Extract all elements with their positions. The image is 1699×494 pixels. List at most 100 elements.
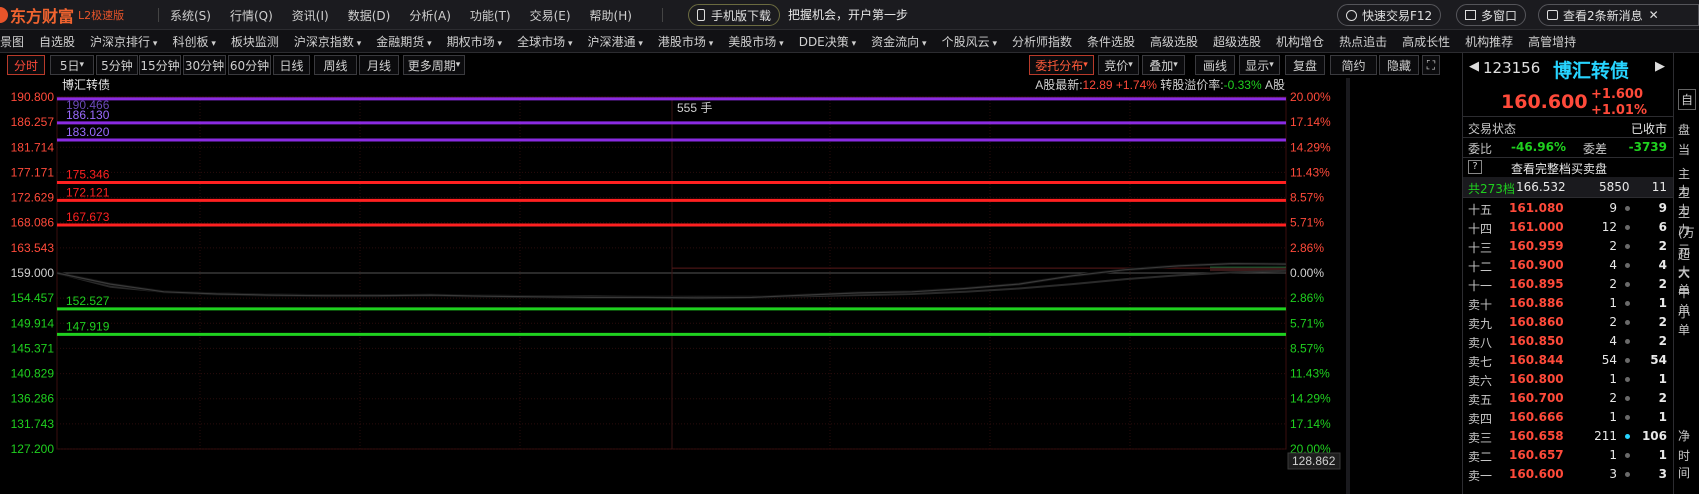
- order-book-row[interactable]: 十五 161.080 9 9: [1463, 199, 1673, 218]
- nav-item[interactable]: 沪深京指数 ▾: [294, 33, 361, 50]
- order-book-row[interactable]: 卖一 160.600 3 3: [1463, 465, 1673, 484]
- menu-item[interactable]: 帮助(H): [590, 7, 632, 24]
- order-book-row[interactable]: 卖五 160.700 2 2: [1463, 389, 1673, 408]
- y-tick-label: 140.829: [11, 367, 55, 381]
- order-book-row[interactable]: 十四 161.000 12 6: [1463, 218, 1673, 237]
- chart-canvas[interactable]: 190.800 20.00% 186.257 17.14% 181.714 14.29% 1…: [0, 78, 1462, 494]
- nav-item[interactable]: 期权市场 ▾: [447, 33, 502, 50]
- menu-item[interactable]: 系统(S): [170, 7, 211, 24]
- menu-item[interactable]: 交易(E): [530, 7, 571, 24]
- chart-option-button[interactable]: 隐藏: [1379, 55, 1419, 75]
- fast-trade-button[interactable]: 快速交易F12: [1337, 4, 1442, 26]
- help-icon[interactable]: ?: [1468, 160, 1482, 174]
- nav-item[interactable]: 沪深港通 ▾: [587, 33, 642, 50]
- chart-option-button[interactable]: 画线: [1195, 55, 1235, 75]
- nav-item[interactable]: 热点追击: [1339, 33, 1387, 50]
- side-tab[interactable]: 自: [1678, 89, 1697, 110]
- nav-item[interactable]: 景图: [0, 33, 24, 50]
- y-tick-percent-label: 5.71%: [1290, 216, 1324, 230]
- period-button[interactable]: 5分钟: [96, 55, 138, 75]
- book-volume: 2: [1609, 315, 1617, 329]
- order-book-row[interactable]: 卖二 160.657 1 1: [1463, 446, 1673, 465]
- order-book-row[interactable]: 十二 160.900 4 4: [1463, 256, 1673, 275]
- order-dot-icon: [1625, 434, 1630, 439]
- chart-option-button[interactable]: 委托分布 ▾: [1029, 55, 1094, 75]
- menu-item[interactable]: 资讯(I): [292, 7, 329, 24]
- period-button[interactable]: 月线: [359, 55, 399, 75]
- chart-option-button[interactable]: 复盘: [1285, 55, 1325, 75]
- nav-item[interactable]: 金融期货 ▾: [376, 33, 431, 50]
- next-arrow-icon[interactable]: ▶: [1655, 59, 1665, 74]
- fullscreen-icon[interactable]: ⛶: [1422, 55, 1440, 75]
- multi-window-button[interactable]: 多窗口: [1456, 4, 1527, 26]
- order-book-row[interactable]: 卖四 160.666 1 1: [1463, 408, 1673, 427]
- menu-item[interactable]: 数据(D): [348, 7, 391, 24]
- y-tick-label: 145.371: [11, 341, 55, 355]
- nav-item[interactable]: 资金流向 ▾: [871, 33, 926, 50]
- nav-item-label: 资金流向: [871, 34, 920, 49]
- order-book-row[interactable]: 卖六 160.800 1 1: [1463, 370, 1673, 389]
- period-button[interactable]: 更多周期 ▾: [403, 55, 465, 75]
- chart-option-button[interactable]: 简约: [1330, 55, 1377, 75]
- mobile-download-button[interactable]: 手机版下载: [688, 4, 781, 26]
- nav-item[interactable]: 全球市场 ▾: [517, 33, 572, 50]
- nav-item[interactable]: 板块监测: [231, 33, 279, 50]
- y-tick-label: 177.171: [11, 165, 55, 179]
- close-icon[interactable]: ✕: [1649, 8, 1659, 22]
- nav-item[interactable]: 科创板 ▾: [172, 33, 215, 50]
- full-book-link[interactable]: 查看完整档买卖盘: [1511, 160, 1607, 177]
- full-book-row[interactable]: ? 查看完整档买卖盘: [1463, 157, 1673, 177]
- nav-item[interactable]: 沪深京排行 ▾: [90, 33, 157, 50]
- nav-item[interactable]: 超级选股: [1213, 33, 1261, 50]
- nav-item[interactable]: 美股市场 ▾: [728, 33, 783, 50]
- status-value: 已收市: [1630, 122, 1667, 136]
- order-dot-icon: [1625, 377, 1630, 382]
- menu-item[interactable]: 功能(T): [470, 7, 511, 24]
- period-button[interactable]: 15分钟: [139, 55, 181, 75]
- nav-item[interactable]: 高成长性: [1402, 33, 1450, 50]
- nav-item[interactable]: 高管增持: [1528, 33, 1576, 50]
- order-book-row[interactable]: 卖七 160.844 54 54: [1463, 351, 1673, 370]
- period-button[interactable]: 日线: [273, 55, 310, 75]
- nav-item[interactable]: 高级选股: [1150, 33, 1198, 50]
- period-toolbar: 分时 5日 ▾ 5分钟 15分钟 30分钟 60分钟 日线 周线 月线 更多周期 ▾ 委托分布 ▾ 竞…: [0, 53, 1462, 78]
- price-level-label: 190.466: [66, 98, 110, 112]
- menu-item[interactable]: 分析(A): [409, 7, 451, 24]
- nav-item[interactable]: 条件选股: [1087, 33, 1135, 50]
- order-book-row[interactable]: 卖八 160.850 4 2: [1463, 332, 1673, 351]
- period-button[interactable]: 分时: [7, 55, 45, 75]
- y-tick-label: 136.286: [11, 392, 55, 406]
- nav-item-label: 自选股: [39, 34, 76, 49]
- nav-item[interactable]: 自选股: [39, 33, 75, 50]
- book-volume: 1: [1609, 410, 1617, 424]
- nav-item[interactable]: 个股风云 ▾: [942, 33, 997, 50]
- intraday-chart[interactable]: 190.800 20.00% 186.257 17.14% 181.714 14.29% 1…: [0, 78, 1462, 494]
- menu-item[interactable]: 行情(Q): [230, 7, 273, 24]
- order-book-row[interactable]: 十一 160.895 2 2: [1463, 275, 1673, 294]
- chart-option-button[interactable]: 显示 ▾: [1239, 55, 1280, 75]
- order-book-row[interactable]: 十三 160.959 2 2: [1463, 237, 1673, 256]
- chart-option-button[interactable]: 叠加 ▾: [1142, 55, 1185, 75]
- period-button[interactable]: 周线: [314, 55, 357, 75]
- period-button[interactable]: 5日 ▾: [50, 55, 94, 75]
- nav-item-label: 金融期货: [376, 34, 425, 49]
- chart-option-button[interactable]: 竞价 ▾: [1098, 55, 1139, 75]
- prev-arrow-icon[interactable]: ◀: [1469, 59, 1479, 74]
- order-book-row[interactable]: 卖三 160.658 211 106: [1463, 427, 1673, 446]
- order-book-row[interactable]: 卖十 160.886 1 1: [1463, 294, 1673, 313]
- book-volume: 1: [1609, 372, 1617, 386]
- messages-button[interactable]: 查看2条新消息 ✕: [1538, 4, 1699, 26]
- promo-link[interactable]: 把握机会，开户第一步: [788, 0, 908, 30]
- period-label: 分时: [13, 58, 38, 73]
- period-button[interactable]: 60分钟: [228, 55, 271, 75]
- book-price: 160.657: [1509, 448, 1564, 462]
- period-button[interactable]: 30分钟: [183, 55, 226, 75]
- order-dot-icon: [1625, 415, 1630, 420]
- nav-item[interactable]: DDE决策 ▾: [799, 33, 856, 50]
- nav-item[interactable]: 分析师指数: [1012, 33, 1072, 50]
- messages-label: 查看2条新消息: [1563, 8, 1643, 23]
- nav-item[interactable]: 港股市场 ▾: [658, 33, 713, 50]
- order-book-row[interactable]: 卖九 160.860 2 2: [1463, 313, 1673, 332]
- nav-item[interactable]: 机构增仓: [1276, 33, 1324, 50]
- nav-item[interactable]: 机构推荐: [1465, 33, 1513, 50]
